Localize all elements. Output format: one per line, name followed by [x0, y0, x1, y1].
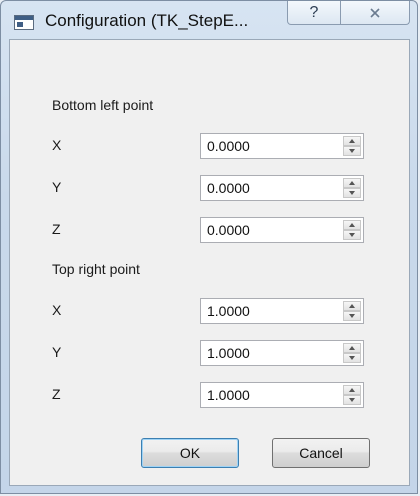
spin-up-icon[interactable]	[343, 343, 361, 353]
app-window-icon	[14, 15, 34, 30]
spin-down-icon[interactable]	[343, 188, 361, 198]
spin-down-icon[interactable]	[343, 353, 361, 363]
bottom-left-x-value[interactable]: 0.0000	[207, 138, 250, 154]
spin-up-icon[interactable]	[343, 178, 361, 188]
close-icon	[370, 7, 380, 18]
spin-up-icon[interactable]	[343, 220, 361, 230]
bottom-left-x-spinbox[interactable]: 0.0000	[200, 133, 364, 159]
spin-down-icon[interactable]	[343, 311, 361, 321]
configuration-dialog: Configuration (TK_StepE... ? Bottom left…	[0, 0, 418, 494]
close-button[interactable]	[340, 1, 410, 25]
top-right-y-spinbox[interactable]: 1.0000	[200, 340, 364, 366]
dialog-body: Bottom left point X 0.0000 Y 0.0000 Z 0.…	[9, 39, 410, 486]
top-right-x-spinbox[interactable]: 1.0000	[200, 298, 364, 324]
top-right-x-label: X	[52, 302, 62, 318]
spin-up-icon[interactable]	[343, 136, 361, 146]
spin-down-icon[interactable]	[343, 395, 361, 405]
cancel-button[interactable]: Cancel	[272, 438, 370, 468]
ok-button[interactable]: OK	[141, 438, 239, 468]
question-mark-icon: ?	[309, 3, 319, 21]
spin-up-icon[interactable]	[343, 385, 361, 395]
help-button[interactable]: ?	[287, 1, 341, 25]
bottom-left-z-spinbox[interactable]: 0.0000	[200, 217, 364, 243]
bottom-left-z-value[interactable]: 0.0000	[207, 222, 250, 238]
bottom-left-z-label: Z	[52, 221, 61, 237]
title-bar[interactable]: Configuration (TK_StepE... ?	[1, 1, 417, 41]
top-right-y-label: Y	[52, 344, 62, 360]
bottom-left-y-spinbox[interactable]: 0.0000	[200, 175, 364, 201]
section-heading-bottom-left: Bottom left point	[52, 97, 154, 113]
bottom-left-x-label: X	[52, 137, 62, 153]
bottom-left-y-label: Y	[52, 179, 62, 195]
spin-up-icon[interactable]	[343, 301, 361, 311]
bottom-left-y-value[interactable]: 0.0000	[207, 180, 250, 196]
top-right-z-value[interactable]: 1.0000	[207, 387, 250, 403]
top-right-x-value[interactable]: 1.0000	[207, 303, 250, 319]
spin-down-icon[interactable]	[343, 230, 361, 240]
top-right-z-label: Z	[52, 386, 61, 402]
top-right-z-spinbox[interactable]: 1.0000	[200, 382, 364, 408]
spin-down-icon[interactable]	[343, 146, 361, 156]
top-right-y-value[interactable]: 1.0000	[207, 345, 250, 361]
window-title: Configuration (TK_StepE...	[45, 11, 249, 30]
section-heading-top-right: Top right point	[52, 261, 140, 277]
